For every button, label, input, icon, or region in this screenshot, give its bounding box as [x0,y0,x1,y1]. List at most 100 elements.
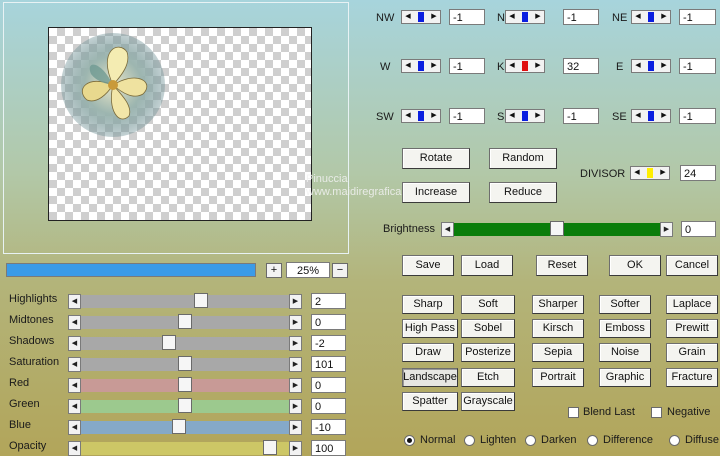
arrow-left-icon[interactable]: ◀ [68,441,81,456]
arrow-left-icon[interactable]: ◀ [506,110,518,122]
arrow-left-icon[interactable]: ◀ [632,110,644,122]
preset-sharp-button[interactable]: Sharp [402,295,454,314]
increase-button[interactable]: Increase [402,182,470,203]
arrow-right-icon[interactable]: ▶ [657,167,669,179]
mode-darken-radio[interactable] [525,435,536,446]
highlights-track[interactable] [81,295,289,308]
kernel-w-field[interactable]: -1 [449,58,485,74]
preset-landscape-button[interactable]: Landscape [402,368,458,387]
arrow-left-icon[interactable]: ◀ [506,60,518,72]
arrow-right-icon[interactable]: ▶ [660,222,673,237]
arrow-left-icon[interactable]: ◀ [68,294,81,309]
arrow-left-icon[interactable]: ◀ [68,420,81,435]
kernel-se-field[interactable]: -1 [679,108,716,124]
shadows-thumb[interactable] [162,335,176,350]
shadows-field[interactable]: -2 [311,335,346,351]
kernel-ne-field[interactable]: -1 [679,9,716,25]
rotate-button[interactable]: Rotate [402,148,470,169]
divisor-field[interactable]: 24 [680,165,716,181]
blend-last-checkbox[interactable] [568,407,579,418]
preset-portrait-button[interactable]: Portrait [532,368,584,387]
kernel-nw-field[interactable]: -1 [449,9,485,25]
load-button[interactable]: Load [461,255,513,276]
negative-checkbox[interactable] [651,407,662,418]
arrow-left-icon[interactable]: ◀ [402,110,414,122]
midtones-slider[interactable]: ◀ ▶ [68,314,302,330]
zoom-out-button[interactable]: − [332,263,348,278]
preset-prewitt-button[interactable]: Prewitt [666,319,718,338]
arrow-right-icon[interactable]: ▶ [289,441,302,456]
shadows-slider[interactable]: ◀ ▶ [68,335,302,351]
preset-soft-button[interactable]: Soft [461,295,515,314]
arrow-right-icon[interactable]: ▶ [289,294,302,309]
arrow-right-icon[interactable]: ▶ [428,60,440,72]
arrow-right-icon[interactable]: ▶ [289,315,302,330]
blue-field[interactable]: -10 [311,419,346,435]
red-slider[interactable]: ◀ ▶ [68,377,302,393]
green-slider[interactable]: ◀ ▶ [68,398,302,414]
blue-slider[interactable]: ◀ ▶ [68,419,302,435]
arrow-right-icon[interactable]: ▶ [289,357,302,372]
opacity-slider[interactable]: ◀ ▶ [68,440,302,456]
kernel-ne-spinner[interactable]: ◀ ▶ [631,10,671,24]
arrow-right-icon[interactable]: ▶ [532,60,544,72]
arrow-left-icon[interactable]: ◀ [68,378,81,393]
preset-sharper-button[interactable]: Sharper [532,295,584,314]
opacity-field[interactable]: 100 [311,440,346,456]
preset-sepia-button[interactable]: Sepia [532,343,584,362]
shadows-track[interactable] [81,337,289,350]
blue-thumb[interactable] [172,419,186,434]
zoom-value[interactable]: 25% [286,262,330,278]
arrow-right-icon[interactable]: ▶ [532,11,544,23]
kernel-n-spinner[interactable]: ◀ ▶ [505,10,545,24]
arrow-right-icon[interactable]: ▶ [658,110,670,122]
mode-lighten-radio[interactable] [464,435,475,446]
divisor-spinner[interactable]: ◀ ▶ [630,166,670,180]
arrow-left-icon[interactable]: ◀ [68,357,81,372]
kernel-nw-spinner[interactable]: ◀ ▶ [401,10,441,24]
kernel-sw-field[interactable]: -1 [449,108,485,124]
brightness-thumb[interactable] [550,221,564,236]
kernel-s-spinner[interactable]: ◀ ▶ [505,109,545,123]
arrow-right-icon[interactable]: ▶ [658,11,670,23]
green-field[interactable]: 0 [311,398,346,414]
opacity-track[interactable] [81,442,289,455]
saturation-field[interactable]: 101 [311,356,346,372]
kernel-sw-spinner[interactable]: ◀ ▶ [401,109,441,123]
preset-softer-button[interactable]: Softer [599,295,651,314]
midtones-thumb[interactable] [178,314,192,329]
preset-etch-button[interactable]: Etch [461,368,515,387]
saturation-slider[interactable]: ◀ ▶ [68,356,302,372]
preset-laplace-button[interactable]: Laplace [666,295,718,314]
arrow-right-icon[interactable]: ▶ [428,11,440,23]
preset-kirsch-button[interactable]: Kirsch [532,319,584,338]
zoom-in-button[interactable]: + [266,263,282,278]
highlights-field[interactable]: 2 [311,293,346,309]
ok-button[interactable]: OK [609,255,661,276]
highlights-thumb[interactable] [194,293,208,308]
brightness-slider[interactable]: ◀ ▶ [441,221,673,237]
red-thumb[interactable] [178,377,192,392]
arrow-left-icon[interactable]: ◀ [68,399,81,414]
save-button[interactable]: Save [402,255,454,276]
arrow-left-icon[interactable]: ◀ [506,11,518,23]
kernel-n-field[interactable]: -1 [563,9,599,25]
preset-emboss-button[interactable]: Emboss [599,319,651,338]
arrow-left-icon[interactable]: ◀ [402,60,414,72]
mode-difference-radio[interactable] [587,435,598,446]
arrow-left-icon[interactable]: ◀ [631,167,643,179]
reduce-button[interactable]: Reduce [489,182,557,203]
preset-posterize-button[interactable]: Posterize [461,343,515,362]
arrow-right-icon[interactable]: ▶ [428,110,440,122]
preset-noise-button[interactable]: Noise [599,343,651,362]
arrow-left-icon[interactable]: ◀ [441,222,454,237]
green-thumb[interactable] [178,398,192,413]
kernel-se-spinner[interactable]: ◀ ▶ [631,109,671,123]
arrow-left-icon[interactable]: ◀ [402,11,414,23]
arrow-left-icon[interactable]: ◀ [632,60,644,72]
arrow-right-icon[interactable]: ▶ [289,399,302,414]
opacity-thumb[interactable] [263,440,277,455]
reset-button[interactable]: Reset [536,255,588,276]
mode-normal-radio[interactable] [404,435,415,446]
kernel-k-spinner[interactable]: ◀ ▶ [505,59,545,73]
